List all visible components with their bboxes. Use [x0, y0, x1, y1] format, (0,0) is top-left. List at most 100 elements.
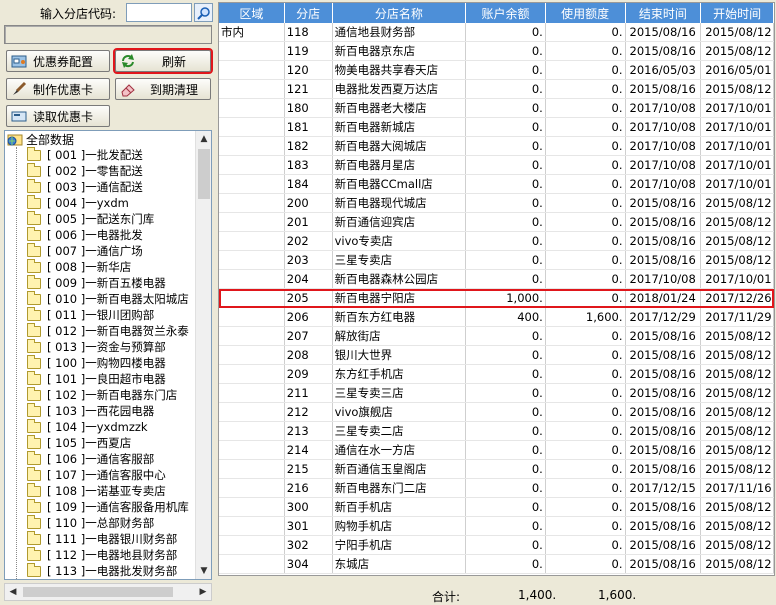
table-row[interactable]: 184 新百电器CCmall店 0. 0. 2017/10/08 2017/10/01 — [219, 175, 774, 194]
tree-item[interactable]: [ 002 ]一零售配送 — [5, 162, 195, 179]
tree-item[interactable]: [ 004 ]一yxdm — [5, 194, 195, 211]
table-row[interactable]: 181 新百电器新城店 0. 0. 2017/10/08 2017/10/01 — [219, 118, 774, 137]
tree-item[interactable]: [ 101 ]一良田超市电器 — [5, 370, 195, 387]
tree-item[interactable]: [ 003 ]一通信配送 — [5, 178, 195, 195]
tree-item[interactable]: [ 105 ]一西夏店 — [5, 434, 195, 451]
tree-item[interactable]: [ 108 ]一诺基亚专卖店 — [5, 482, 195, 499]
tree-item[interactable]: [ 100 ]一购物四楼电器 — [5, 354, 195, 371]
expire-clean-button[interactable]: 到期清理 — [115, 78, 211, 100]
cell-store: 214 — [285, 441, 333, 459]
table-row[interactable]: 215 新百通信玉皇阁店 0. 0. 2015/08/16 2015/08/12 — [219, 460, 774, 479]
cell-store-name: 三星专卖二店 — [333, 422, 467, 440]
store-code-input[interactable] — [126, 3, 192, 22]
tree-item[interactable]: [ 111 ]一电器银川财务部 — [5, 530, 195, 547]
tree-item[interactable]: [ 102 ]一新百电器东门店 — [5, 386, 195, 403]
col-header-store[interactable]: 分店 — [285, 3, 333, 23]
tree-item[interactable]: [ 007 ]一通信广场 — [5, 242, 195, 259]
tree-vertical-scrollbar[interactable]: ▲ ▼ — [195, 131, 211, 579]
table-row[interactable]: 120 物美电器共享春天店 0. 0. 2016/05/03 2016/05/01 — [219, 61, 774, 80]
cell-end-time: 2015/08/16 — [626, 194, 702, 212]
table-row[interactable]: 119 新百电器京东店 0. 0. 2015/08/16 2015/08/12 — [219, 42, 774, 61]
table-row[interactable]: 213 三星专卖二店 0. 0. 2015/08/16 2015/08/12 — [219, 422, 774, 441]
table-row[interactable]: 302 宁阳手机店 0. 0. 2015/08/16 2015/08/12 — [219, 536, 774, 555]
table-row[interactable]: 301 购物手机店 0. 0. 2015/08/16 2015/08/12 — [219, 517, 774, 536]
tree-item[interactable]: [ 005 ]一配送东门库 — [5, 210, 195, 227]
table-row[interactable]: 204 新百电器森林公园店 0. 0. 2017/10/08 2017/10/01 — [219, 270, 774, 289]
cell-region — [219, 365, 285, 383]
table-row[interactable]: 121 电器批发西夏万达店 0. 0. 2015/08/16 2015/08/12 — [219, 80, 774, 99]
folder-icon — [27, 386, 41, 401]
tree-item[interactable]: [ 110 ]一总部财务部 — [5, 514, 195, 531]
scroll-right-icon[interactable]: ▶ — [195, 584, 211, 600]
table-row[interactable]: 206 新百东方红电器 400. 1,600. 2017/12/29 2017/11/29 — [219, 308, 774, 327]
cell-used: 0. — [546, 118, 626, 136]
scroll-down-icon[interactable]: ▼ — [196, 563, 211, 579]
col-header-end-time[interactable]: 结束时间 — [626, 3, 702, 23]
hscroll-thumb[interactable] — [23, 587, 173, 597]
table-row[interactable]: 203 三星专卖店 0. 0. 2015/08/16 2015/08/12 — [219, 251, 774, 270]
table-row[interactable]: 市内 118 通信地县财务部 0. 0. 2015/08/16 2015/08/12 — [219, 23, 774, 42]
cell-end-time: 2016/05/03 — [626, 61, 702, 79]
scroll-up-icon[interactable]: ▲ — [196, 131, 211, 147]
col-header-start-time[interactable]: 开始时间 — [701, 3, 774, 23]
scroll-left-icon[interactable]: ◀ — [5, 584, 21, 600]
tree-item[interactable]: [ 112 ]一电器地县财务部 — [5, 546, 195, 563]
table-row[interactable]: 211 三星专卖三店 0. 0. 2015/08/16 2015/08/12 — [219, 384, 774, 403]
tree-item[interactable]: [ 011 ]一银川团购部 — [5, 306, 195, 323]
coupon-config-button[interactable]: 优惠券配置 — [6, 50, 110, 72]
folder-icon — [27, 226, 41, 241]
tree-item[interactable]: [ 012 ]一新百电器贺兰永泰 — [5, 322, 195, 339]
table-row[interactable]: 182 新百电器大阅城店 0. 0. 2017/10/08 2017/10/01 — [219, 137, 774, 156]
table-row[interactable]: 200 新百电器现代城店 0. 0. 2015/08/16 2015/08/12 — [219, 194, 774, 213]
refresh-button[interactable]: 刷新 — [113, 48, 213, 74]
make-card-button[interactable]: 制作优惠卡 — [6, 78, 110, 100]
table-row[interactable]: 207 解放街店 0. 0. 2015/08/16 2015/08/12 — [219, 327, 774, 346]
table-row[interactable]: 208 银川大世界 0. 0. 2015/08/16 2015/08/12 — [219, 346, 774, 365]
tree-item-label: [ 007 ]一通信广场 — [47, 244, 143, 258]
table-row[interactable]: 201 新百通信迎宾店 0. 0. 2015/08/16 2015/08/12 — [219, 213, 774, 232]
tree-item[interactable]: [ 109 ]一通信客服备用机库 — [5, 498, 195, 515]
col-header-store-name[interactable]: 分店名称 — [333, 3, 467, 23]
table-row[interactable]: 212 vivo旗舰店 0. 0. 2015/08/16 2015/08/12 — [219, 403, 774, 422]
tree-item[interactable]: [ 013 ]一资金与预算部 — [5, 338, 195, 355]
folder-icon — [27, 162, 41, 177]
tree-item-label: [ 009 ]一新百五楼电器 — [47, 276, 166, 290]
tree-horizontal-scrollbar[interactable]: ◀ ▶ — [4, 583, 212, 601]
table-row[interactable]: 304 东城店 0. 0. 2015/08/16 2015/08/12 — [219, 555, 774, 574]
tree-item[interactable]: [ 106 ]一通信客服部 — [5, 450, 195, 467]
tree-item[interactable]: [ 009 ]一新百五楼电器 — [5, 274, 195, 291]
cell-region — [219, 384, 285, 402]
tree-item[interactable]: [ 008 ]一新华店 — [5, 258, 195, 275]
read-card-button[interactable]: 读取优惠卡 — [6, 105, 110, 127]
table-row[interactable]: 202 vivo专卖店 0. 0. 2015/08/16 2015/08/12 — [219, 232, 774, 251]
tree-item-label: [ 105 ]一西夏店 — [47, 436, 132, 450]
col-header-used[interactable]: 使用额度 — [546, 3, 626, 23]
table-row[interactable]: 216 新百电器东门二店 0. 0. 2017/12/15 2017/11/16 — [219, 479, 774, 498]
cell-used: 0. — [546, 346, 626, 364]
tree-item[interactable]: [ 103 ]一西花园电器 — [5, 402, 195, 419]
col-header-balance[interactable]: 账户余额 — [466, 3, 546, 23]
store-tree[interactable]: 全部数据 [ 001 ]一批发配送 [ 002 ]一零售配送 [ 003 ]一通信配… — [4, 130, 212, 580]
cell-balance: 0. — [466, 517, 546, 535]
table-row[interactable]: 209 东方红手机店 0. 0. 2015/08/16 2015/08/12 — [219, 365, 774, 384]
table-row[interactable]: 183 新百电器月星店 0. 0. 2017/10/08 2017/10/01 — [219, 156, 774, 175]
table-row[interactable]: 205 新百电器宁阳店 1,000. 0. 2018/01/24 2017/12/26 — [219, 289, 774, 308]
cell-region — [219, 498, 285, 516]
tree-item[interactable]: [ 113 ]一电器批发财务部 — [5, 562, 195, 579]
tree-item[interactable]: [ 001 ]一批发配送 — [5, 146, 195, 163]
table-row[interactable]: 180 新百电器老大楼店 0. 0. 2017/10/08 2017/10/01 — [219, 99, 774, 118]
col-header-region[interactable]: 区域 — [219, 3, 285, 23]
table-row[interactable]: 300 新百手机店 0. 0. 2015/08/16 2015/08/12 — [219, 498, 774, 517]
search-button[interactable] — [194, 3, 213, 22]
tree-item[interactable]: [ 104 ]一yxdmzzk — [5, 418, 195, 435]
tree-item[interactable]: [ 010 ]一新百电器太阳城店 — [5, 290, 195, 307]
cell-used: 0. — [546, 403, 626, 421]
cell-store: 184 — [285, 175, 333, 193]
scroll-thumb[interactable] — [198, 149, 210, 199]
cell-used: 0. — [546, 175, 626, 193]
tree-item[interactable]: [ 006 ]一电器批发 — [5, 226, 195, 243]
table-row[interactable]: 214 通信在水一方店 0. 0. 2015/08/16 2015/08/12 — [219, 441, 774, 460]
tree-root[interactable]: 全部数据 — [5, 131, 195, 147]
cell-store: 213 — [285, 422, 333, 440]
tree-item[interactable]: [ 107 ]一通信客服中心 — [5, 466, 195, 483]
